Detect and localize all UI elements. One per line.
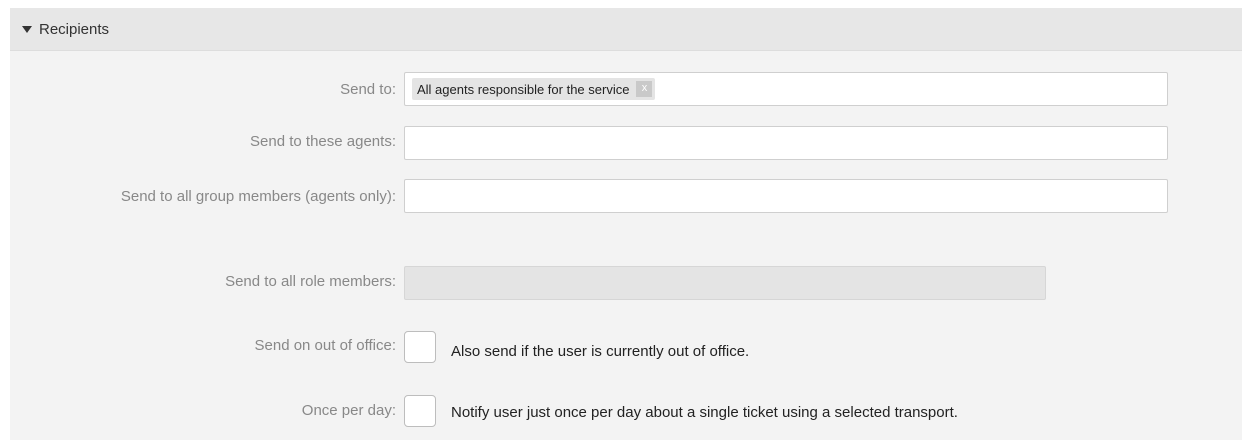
once-per-day-checkbox-label[interactable]: Notify user just once per day about a si… xyxy=(451,404,958,421)
out-of-office-checkbox-label[interactable]: Also send if the user is currently out o… xyxy=(451,343,749,360)
send-to-roles-label: Send to all role members: xyxy=(225,273,396,290)
send-to-groups-label: Send to all group members (agents only): xyxy=(120,188,396,205)
send-to-agents-field[interactable] xyxy=(404,126,1168,160)
caret-down-icon xyxy=(22,25,32,33)
once-per-day-label: Once per day: xyxy=(301,402,396,419)
recipient-token: All agents responsible for the service x xyxy=(412,78,656,100)
send-to-roles-field xyxy=(404,266,1046,300)
remove-token-icon[interactable]: x xyxy=(636,81,653,97)
recipients-panel: Recipients Send to: All agents responsib… xyxy=(10,8,1242,440)
send-to-label: Send to: xyxy=(340,81,396,98)
send-to-field[interactable]: All agents responsible for the service x xyxy=(404,72,1168,106)
out-of-office-label: Send on out of office: xyxy=(254,337,397,354)
section-title: Recipients xyxy=(39,20,110,38)
recipients-section-header[interactable]: Recipients xyxy=(10,8,1242,51)
send-to-agents-label: Send to these agents: xyxy=(250,133,396,150)
token-label: All agents responsible for the service xyxy=(417,81,630,97)
out-of-office-checkbox[interactable] xyxy=(404,331,436,363)
once-per-day-checkbox[interactable] xyxy=(404,395,436,427)
send-to-groups-field[interactable] xyxy=(404,179,1168,213)
